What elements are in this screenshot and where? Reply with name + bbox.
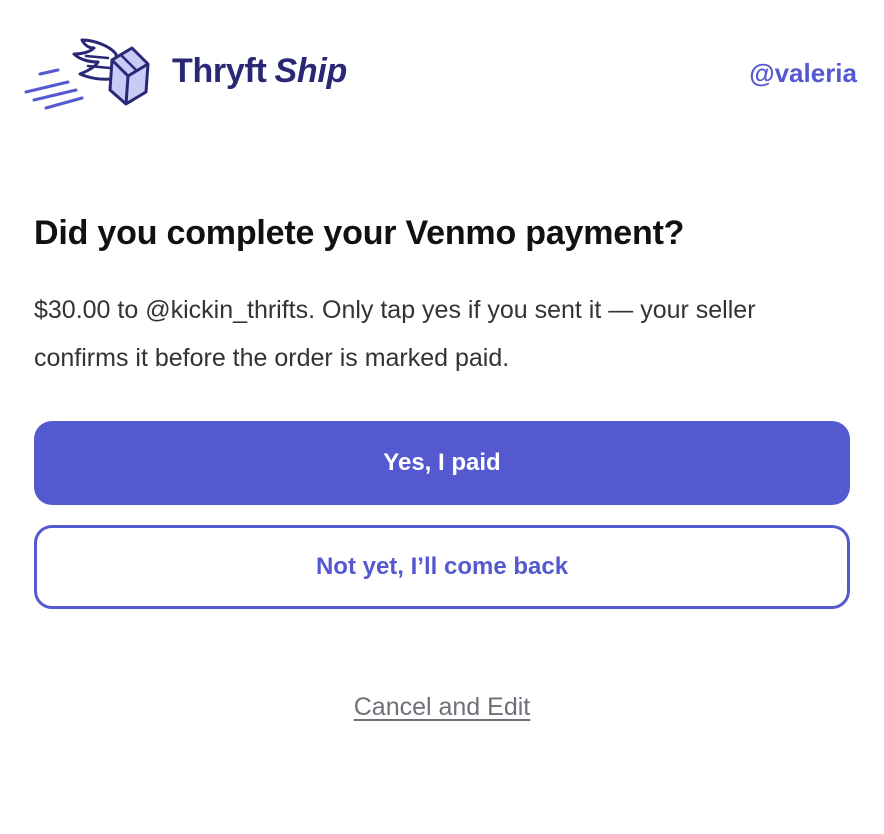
confirm-paid-button[interactable]: Yes, I paid (34, 421, 850, 505)
header: Thryft Ship @valeria (0, 0, 884, 150)
come-back-later-button[interactable]: Not yet, I’ll come back (34, 525, 850, 609)
cancel-and-edit-link[interactable]: Cancel and Edit (0, 693, 884, 722)
brand-name: Thryft Ship (172, 52, 347, 91)
brand-name-part2: Ship (274, 52, 348, 90)
page-title: Did you complete your Venmo payment? (34, 214, 685, 252)
brand-name-part1: Thryft (172, 52, 267, 90)
user-handle-link[interactable]: @valeria (749, 58, 857, 89)
winged-box-icon (24, 38, 150, 110)
payment-confirmation-page: Thryft Ship @valeria Did you complete you… (0, 0, 884, 834)
payment-description: $30.00 to @kickin_thrifts. Only tap yes … (34, 296, 756, 372)
